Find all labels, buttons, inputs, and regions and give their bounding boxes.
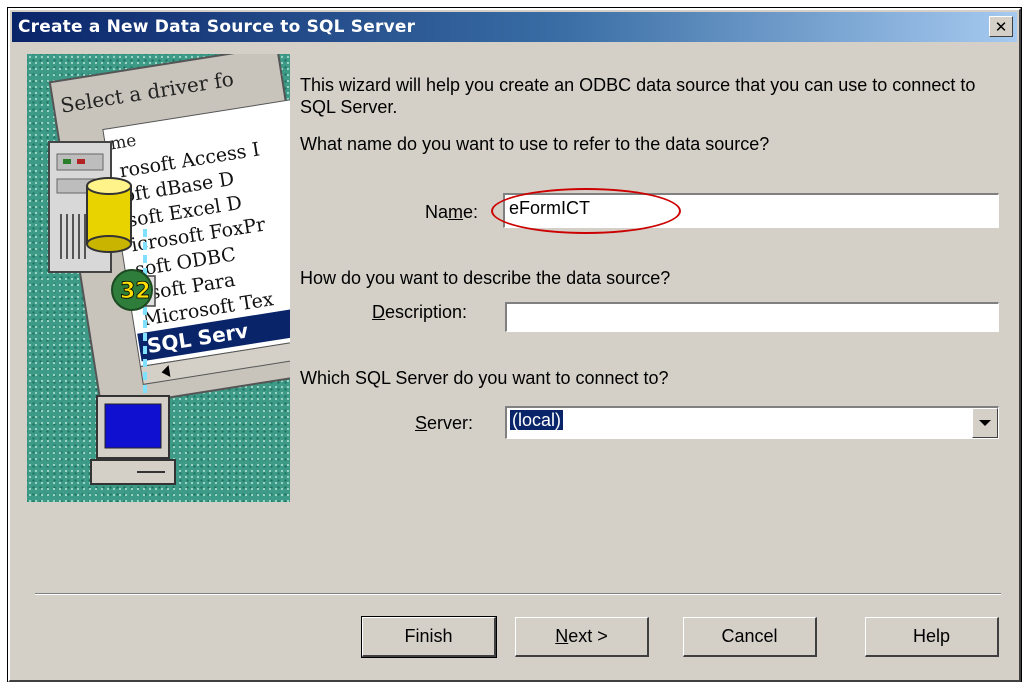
close-button[interactable]: ✕ [989,16,1013,37]
server-question: Which SQL Server do you want to connect … [300,368,669,388]
name-value: eFormICT [509,198,590,218]
title-bar[interactable]: Create a New Data Source to SQL Server ✕ [12,12,1017,42]
description-question: How do you want to describe the data sou… [300,268,671,288]
description-input[interactable] [505,302,999,332]
name-label: Name: [425,202,479,222]
description-label: Description: [372,302,468,322]
intro-text: This wizard will help you create an ODBC… [300,75,976,117]
button-separator [35,593,1001,595]
server-dropdown-button[interactable] [972,408,998,438]
next-button[interactable]: Next > [515,617,649,657]
illustration-column-header: me [109,131,138,155]
chevron-down-icon [979,420,991,426]
desktop-computer-icon [90,395,176,485]
server-combobox[interactable]: (local) [505,406,999,439]
help-button[interactable]: Help [865,617,999,657]
server-label: Server: [415,413,474,433]
name-question: What name do you want to use to refer to… [300,134,770,154]
wizard-illustration: Select a driver fo me rosoft Access I of… [27,54,290,502]
globe-network-icon: 32 [111,269,156,311]
cancel-button[interactable]: Cancel [683,617,817,657]
badge-32: 32 [120,279,151,304]
server-value: (local) [508,409,565,431]
close-icon: ✕ [994,17,1008,36]
finish-button[interactable]: Finish [361,616,497,658]
database-cylinder-icon [86,177,132,253]
window-title: Create a New Data Source to SQL Server [18,17,416,37]
name-input[interactable]: eFormICT [503,193,999,228]
